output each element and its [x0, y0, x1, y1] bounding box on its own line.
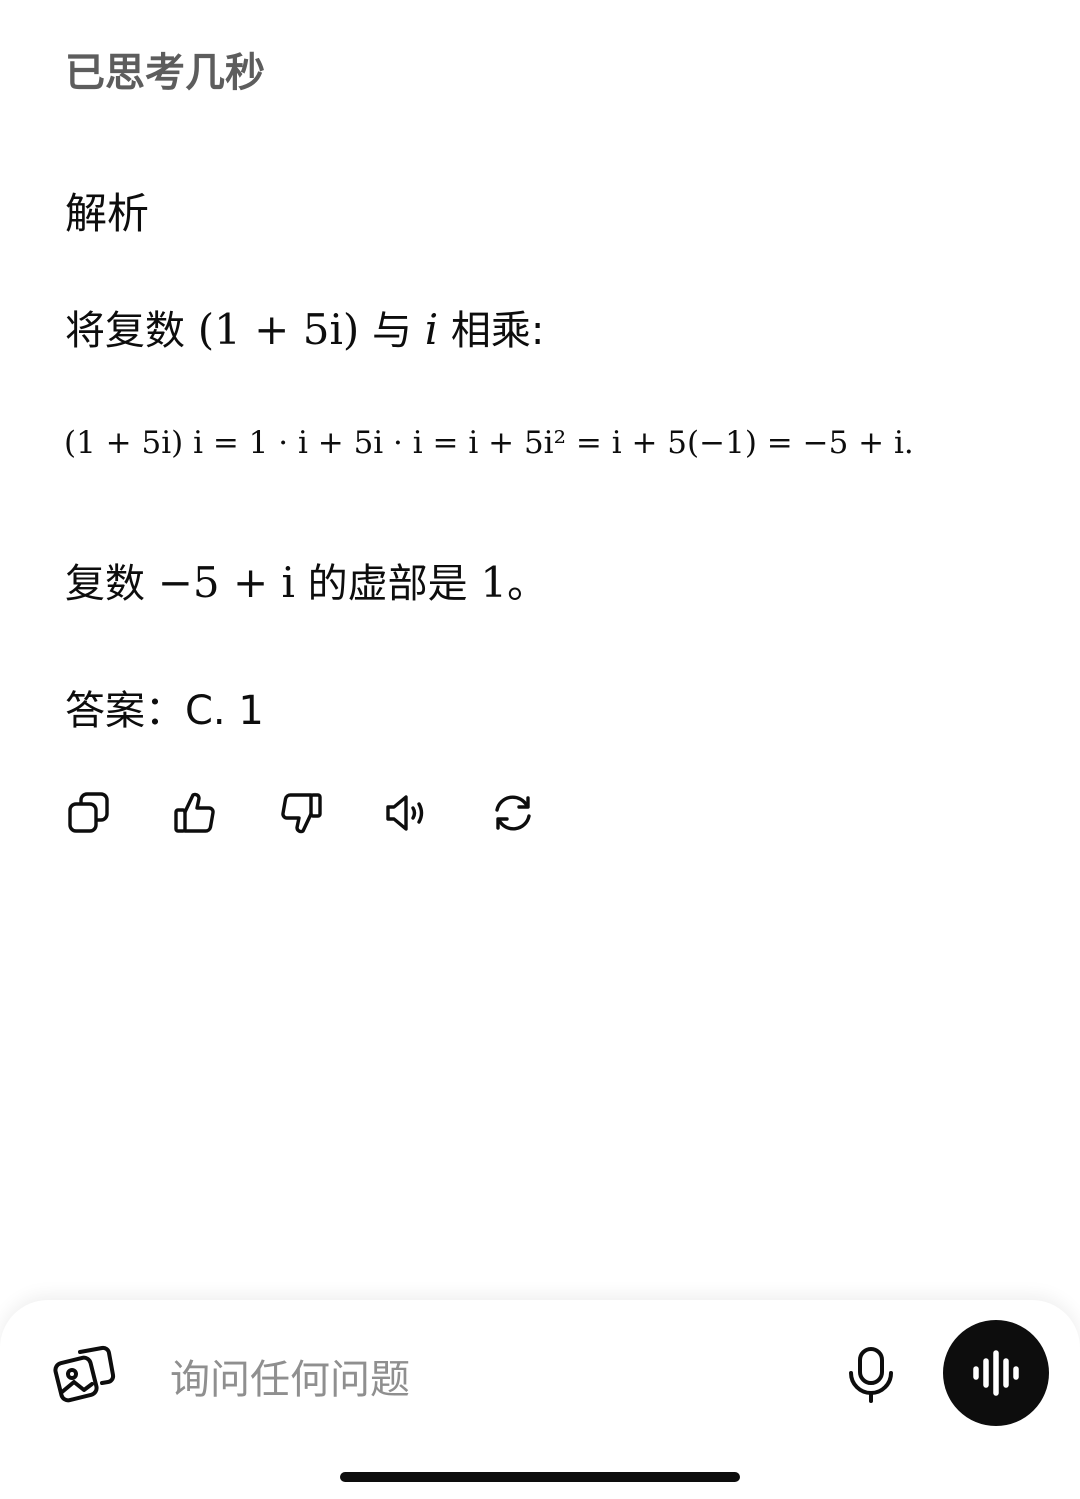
copy-button[interactable] — [66, 790, 112, 836]
answer-paragraph-2: 复数 −5 + i 的虚部是 1。 — [65, 555, 547, 612]
p3-mid: 的虚部是 — [294, 561, 481, 607]
p3-prefix: 复数 — [65, 561, 158, 607]
composer-bar: 询问任何问题 — [0, 1300, 1080, 1499]
read-aloud-button[interactable] — [384, 790, 430, 836]
prompt-input[interactable]: 询问任何问题 — [170, 1347, 410, 1405]
thumbs-up-icon — [174, 792, 215, 833]
thumbs-down-icon — [281, 793, 322, 834]
p1-suffix: 相乘: — [438, 308, 545, 354]
microphone-icon — [849, 1347, 893, 1403]
regenerate-button[interactable] — [490, 790, 536, 836]
attach-image-button[interactable] — [50, 1340, 116, 1406]
thumbs-up-button[interactable] — [172, 790, 218, 836]
p3-suffix: 。 — [507, 561, 548, 607]
message-actions — [66, 790, 536, 836]
p1-prefix: 将复数 — [65, 308, 198, 354]
p3-expression: −5 + i — [157, 558, 295, 607]
p1-expression: (1 + 5i) — [197, 305, 360, 354]
p3-value: 1 — [480, 558, 508, 607]
voice-mode-button[interactable] — [943, 1320, 1049, 1426]
copy-icon — [68, 792, 109, 833]
home-indicator[interactable] — [340, 1472, 740, 1482]
answer-heading: 解析 — [65, 189, 150, 238]
regenerate-icon — [495, 795, 531, 831]
thinking-status[interactable]: 已思考几秒 — [65, 40, 265, 98]
chat-page: 已思考几秒 解析 将复数 (1 + 5i) 与 i 相乘: (1 + 5i) i… — [0, 0, 1080, 1499]
dictate-button[interactable] — [843, 1345, 899, 1405]
answer-paragraph-1: 将复数 (1 + 5i) 与 i 相乘: — [65, 302, 544, 359]
final-answer: 答案：C. 1 — [65, 688, 264, 734]
image-attach-icon — [53, 1345, 116, 1403]
display-equation: (1 + 5i) i = 1 · i + 5i · i = i + 5i² = … — [64, 425, 914, 461]
read-aloud-icon — [386, 795, 424, 831]
thumbs-down-button[interactable] — [278, 790, 324, 836]
p1-mid: 与 — [359, 308, 425, 354]
voice-mode-icon — [973, 1350, 1019, 1396]
p1-variable: i — [424, 305, 439, 354]
